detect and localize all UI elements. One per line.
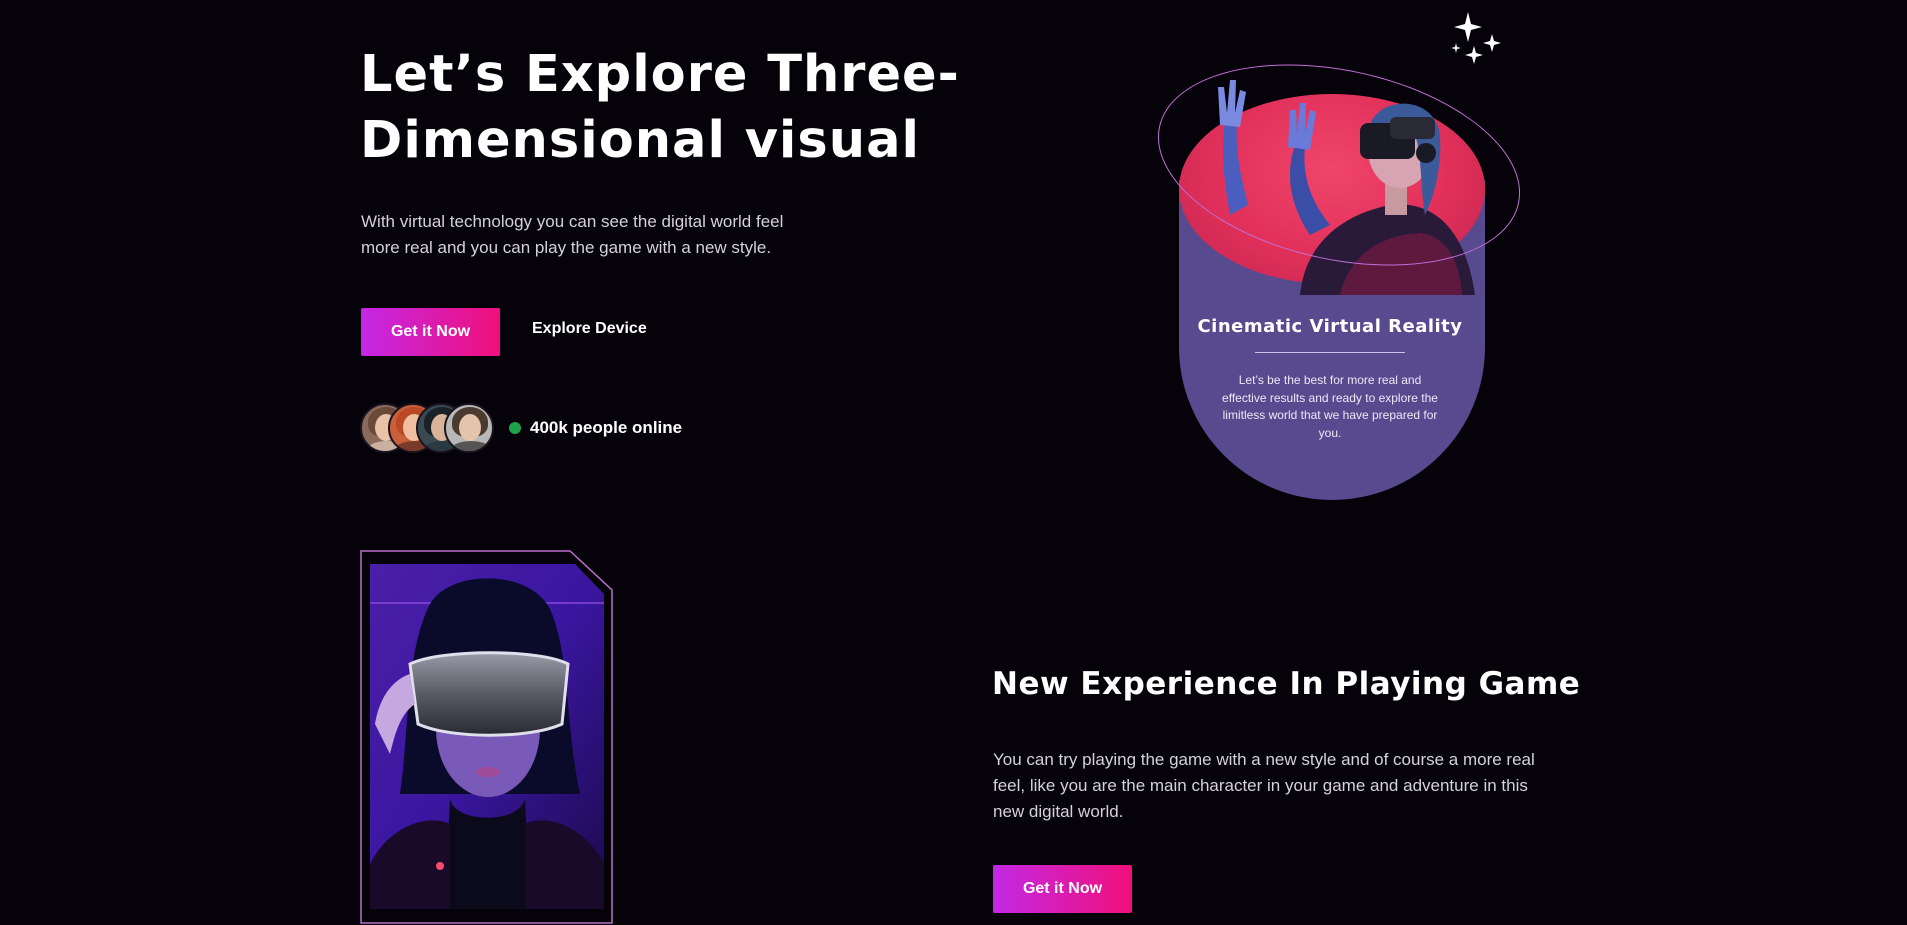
vr-card-title: Cinematic Virtual Reality: [1197, 316, 1463, 337]
sparkle-icon: [1451, 12, 1501, 64]
hero-description: With virtual technology you can see the …: [361, 212, 784, 257]
vr-card-text: Let’s be the best for more real and effe…: [1222, 373, 1438, 440]
get-it-now-button[interactable]: Get it Now: [361, 308, 500, 356]
online-count: 400k people online: [530, 418, 683, 437]
online-status-icon: [509, 422, 521, 434]
vr-card-divider: [1255, 352, 1405, 353]
avatar: [444, 403, 494, 453]
explore-device-link[interactable]: Explore Device: [532, 320, 647, 338]
experience-description: You can try playing the game with a new …: [993, 750, 1535, 821]
experience-title: New Experience In Playing Game: [992, 666, 1581, 702]
online-avatars: [360, 403, 495, 453]
online-status: 400k people online: [509, 418, 682, 438]
hero-title: Let’s Explore Three-Dimensional visual: [360, 45, 960, 170]
vr-girl-photo: [370, 564, 604, 909]
experience-get-it-now-button[interactable]: Get it Now: [993, 865, 1132, 913]
